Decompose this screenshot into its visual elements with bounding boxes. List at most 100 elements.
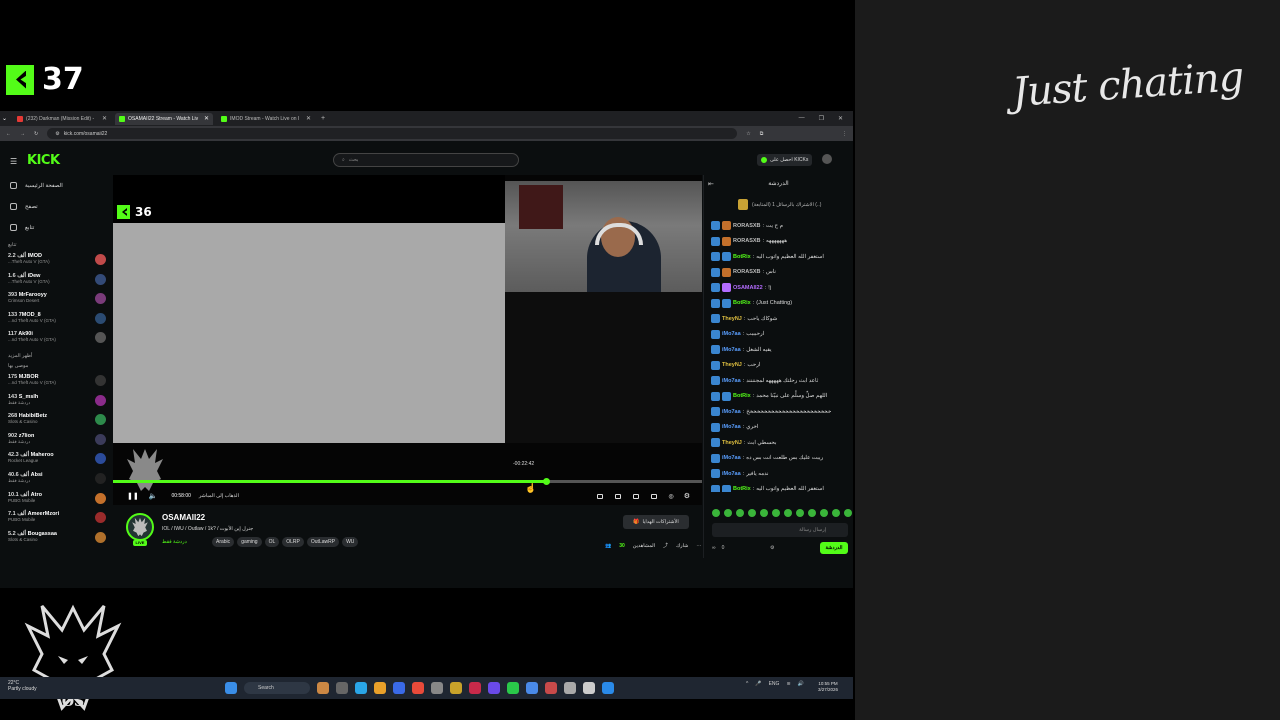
widgets-icon[interactable] [317,682,329,694]
nav-following[interactable]: تتابع [0,217,112,238]
progress-knob[interactable] [542,478,550,485]
chat-username[interactable]: RORASXB [733,269,761,275]
sidebar-channel[interactable]: 5.2 ألف Bougassaa Slots & Casino [0,529,112,549]
chat-username[interactable]: TheyNJ [722,440,742,446]
emote-icon[interactable] [796,509,804,517]
go-live-button[interactable]: الذهاب إلى المباشر [199,493,239,499]
chat-settings-icon[interactable]: ∞ [712,545,716,551]
user-avatar[interactable] [822,154,832,164]
pip-icon[interactable] [630,491,642,501]
pinned-message[interactable]: (المتابعة) الاشتراك بالرسائل 1 (..) [708,194,849,215]
sidebar-channel[interactable]: 133 7MOD_8 ...nd Theft Auto V (GTA) [0,310,112,330]
stream-tag[interactable]: gaming [237,537,262,547]
share-label[interactable]: شارك [676,543,688,549]
chat-gear-icon[interactable]: ⚙ [770,545,774,551]
task-view-icon[interactable] [336,682,348,694]
nav-home[interactable]: الصفحة الرئيسية [0,175,112,196]
more-options-icon[interactable]: ⋯ [696,543,701,549]
emote-icon[interactable] [760,509,768,517]
notepad-icon[interactable] [431,682,443,694]
search-input[interactable]: ⌕ بحث [333,153,519,167]
weather-widget[interactable]: 22°C Partly cloudy [8,680,37,692]
chat-username[interactable]: iMo7aa [722,455,741,461]
tray-arrow-icon[interactable]: ^ [746,681,748,687]
stream-tag[interactable]: OLRP [282,537,304,547]
sidebar-channel[interactable]: 393 MrFarooyy Crimson Desert [0,290,112,310]
chat-username[interactable]: iMo7aa [722,331,741,337]
app-icon-5[interactable] [564,682,576,694]
file-explorer-icon[interactable] [374,682,386,694]
kick-logo[interactable]: KICK [27,153,60,168]
sidebar-channel[interactable]: 268 HabibiBetz Slots & Casino [0,411,112,431]
send-chat-button[interactable]: الدردشة [820,541,848,554]
menu-dots-icon[interactable]: ⋮ [842,131,847,137]
browser-tab[interactable]: (232) Darkman (Mission Edit) - ✕ [13,113,111,125]
volume-icon[interactable]: 🔈 [149,492,158,500]
collapse-chat-icon[interactable]: ⇤ [708,180,714,188]
emote-icon[interactable] [808,509,816,517]
wifi-icon[interactable]: ≋ [786,681,790,687]
maximize-icon[interactable]: ❐ [819,115,824,122]
settings-gear-icon[interactable]: ⚙ [684,492,690,500]
app-icon-2[interactable] [469,682,481,694]
sidebar-channel[interactable]: 143 S_mslh دردشة فقط [0,392,112,412]
store-icon[interactable] [393,682,405,694]
chat-username[interactable]: TheyNJ [722,316,742,322]
sidebar-channel[interactable]: 117 Ak90i ...nd Theft Auto V (GTA) [0,329,112,349]
emote-icon[interactable] [724,509,732,517]
emote-icon[interactable] [832,509,840,517]
emote-icon[interactable] [736,509,744,517]
forward-icon[interactable]: → [20,131,25,137]
emote-icon[interactable] [820,509,828,517]
chat-input[interactable]: إرسال رسالة [712,523,848,537]
chat-username[interactable]: BotRix [733,393,751,399]
chat-username[interactable]: RORASXB [733,238,761,244]
reload-icon[interactable]: ↻ [34,131,38,137]
url-field[interactable]: ⚙ kick.com/osamaii22 [47,128,738,139]
chat-username[interactable]: OSAMAII22 [733,285,763,291]
nav-browse[interactable]: تصفح [0,196,112,217]
kick-app-icon[interactable] [507,682,519,694]
gift-subs-button[interactable]: 🎁 الأشتراكات الهدايا [623,515,689,529]
sidebar-channel[interactable]: 42.3 ألف Maheroo Rocket League [0,450,112,470]
show-more-link[interactable]: أظهر المزيد [0,353,112,359]
discord-icon[interactable] [488,682,500,694]
lang-indicator[interactable]: ENG [769,681,780,687]
chat-username[interactable]: BotRix [733,300,751,306]
emote-icon[interactable] [784,509,792,517]
site-info-icon[interactable]: ⚙ [55,131,59,137]
sidebar-channel[interactable]: 902 z7lion دردشة فقط [0,431,112,451]
start-windows-icon[interactable] [225,682,237,694]
app-icon-4[interactable] [545,682,557,694]
edge-icon[interactable] [355,682,367,694]
tab-close-icon[interactable]: ✕ [102,115,107,122]
sidebar-channel[interactable]: 175 MJBOR ...nd Theft Auto V (GTA) [0,372,112,392]
stream-tag[interactable]: OL [264,537,280,547]
sidebar-channel[interactable]: 1.6 ألف iDew ...Theft Auto V (GTA) [0,271,112,291]
sidebar-channel[interactable]: 2.2 ألف IMOD ...Theft Auto V (GTA) [0,251,112,271]
chat-username[interactable]: BotRix [733,486,751,492]
chat-username[interactable]: RORASXB [733,223,761,229]
emote-icon[interactable] [712,509,720,517]
taskbar-search[interactable]: Search [244,682,310,694]
chat-username[interactable]: iMo7aa [722,424,741,430]
back-icon[interactable]: ← [6,131,11,137]
chat-username[interactable]: BotRix [733,254,751,260]
sidebar-channel[interactable]: 10.1 ألف Atro PUBG Mobile [0,490,112,510]
sidebar-channel[interactable]: 40.6 ألف Absi دردشة فقط [0,470,112,490]
app-icon-1[interactable] [450,682,462,694]
stream-tag[interactable]: WU [342,537,359,547]
tab-close-icon[interactable]: ✕ [306,115,311,122]
obs-icon[interactable] [583,682,595,694]
emote-icon[interactable] [844,509,852,517]
stream-tag[interactable]: OutLawRP [306,537,340,547]
tab-search-icon[interactable]: ⌄ [2,115,7,122]
streamer-avatar[interactable] [126,513,154,541]
mic-icon[interactable]: 🎤 [755,681,761,687]
new-tab-button[interactable]: + [321,115,325,122]
theater-icon[interactable] [612,491,624,501]
chat-username[interactable]: iMo7aa [722,471,741,477]
share-icon[interactable]: ⤴ [663,542,668,549]
progress-bar[interactable] [113,478,702,485]
sidebar-channel[interactable]: 7.1 ألف AmeerMzori PUBG Mobile [0,509,112,529]
